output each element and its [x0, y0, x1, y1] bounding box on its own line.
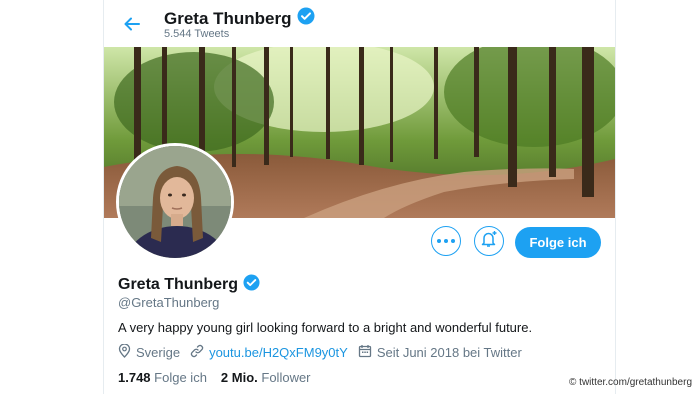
- verified-badge-icon: [243, 274, 260, 296]
- more-options-button[interactable]: [431, 226, 461, 256]
- tweet-count: 5.544 Tweets: [164, 28, 230, 40]
- following-stat[interactable]: 1.748 Folge ich: [118, 370, 207, 385]
- more-dots-icon: [437, 239, 455, 243]
- following-button[interactable]: Folge ich: [515, 227, 601, 258]
- header-name: Greta Thunberg: [164, 8, 292, 28]
- link-icon: [190, 344, 204, 361]
- website-item: youtu.be/H2QxFM9y0tY: [190, 344, 348, 361]
- joined-item: Seit Juni 2018 bei Twitter: [358, 344, 522, 361]
- location-item: Sverige: [118, 343, 181, 361]
- profile-avatar[interactable]: [116, 143, 234, 261]
- website-link[interactable]: youtu.be/H2QxFM9y0tY: [209, 345, 348, 360]
- bell-plus-icon: [480, 230, 498, 253]
- joined-text: Seit Juni 2018 bei Twitter: [376, 345, 522, 360]
- calendar-icon: [358, 344, 372, 361]
- profile-name: Greta Thunberg: [118, 276, 239, 293]
- followers-stat[interactable]: 2 Mio. Follower: [221, 370, 311, 385]
- header-title: Greta Thunberg: [164, 7, 315, 30]
- location-pin-icon: [118, 343, 131, 361]
- followers-label: Follower: [261, 370, 311, 385]
- verified-badge-icon: [297, 7, 315, 30]
- profile-bio: A very happy young girl looking forward …: [118, 320, 533, 335]
- profile-meta: Sverige youtu.be/H2QxFM9y0tY Seit Juni 2…: [118, 343, 532, 361]
- location-text: Sverige: [136, 345, 181, 360]
- profile-name-row: Greta Thunberg: [118, 274, 260, 296]
- back-arrow-icon[interactable]: [122, 14, 142, 34]
- followers-count: 2 Mio.: [220, 370, 258, 385]
- notification-button[interactable]: [474, 226, 504, 256]
- profile-stats: 1.748 Folge ich 2 Mio. Follower: [118, 370, 311, 385]
- image-credit: © twitter.com/gretathunberg: [569, 377, 692, 388]
- profile-page: Greta Thunberg 5.544 Tweets Folge ich Gr…: [103, 0, 616, 394]
- following-count: 1.748: [118, 370, 151, 385]
- top-bar: Greta Thunberg 5.544 Tweets: [104, 0, 615, 47]
- following-label: Folge ich: [154, 370, 207, 385]
- profile-handle: @GretaThunberg: [118, 295, 220, 310]
